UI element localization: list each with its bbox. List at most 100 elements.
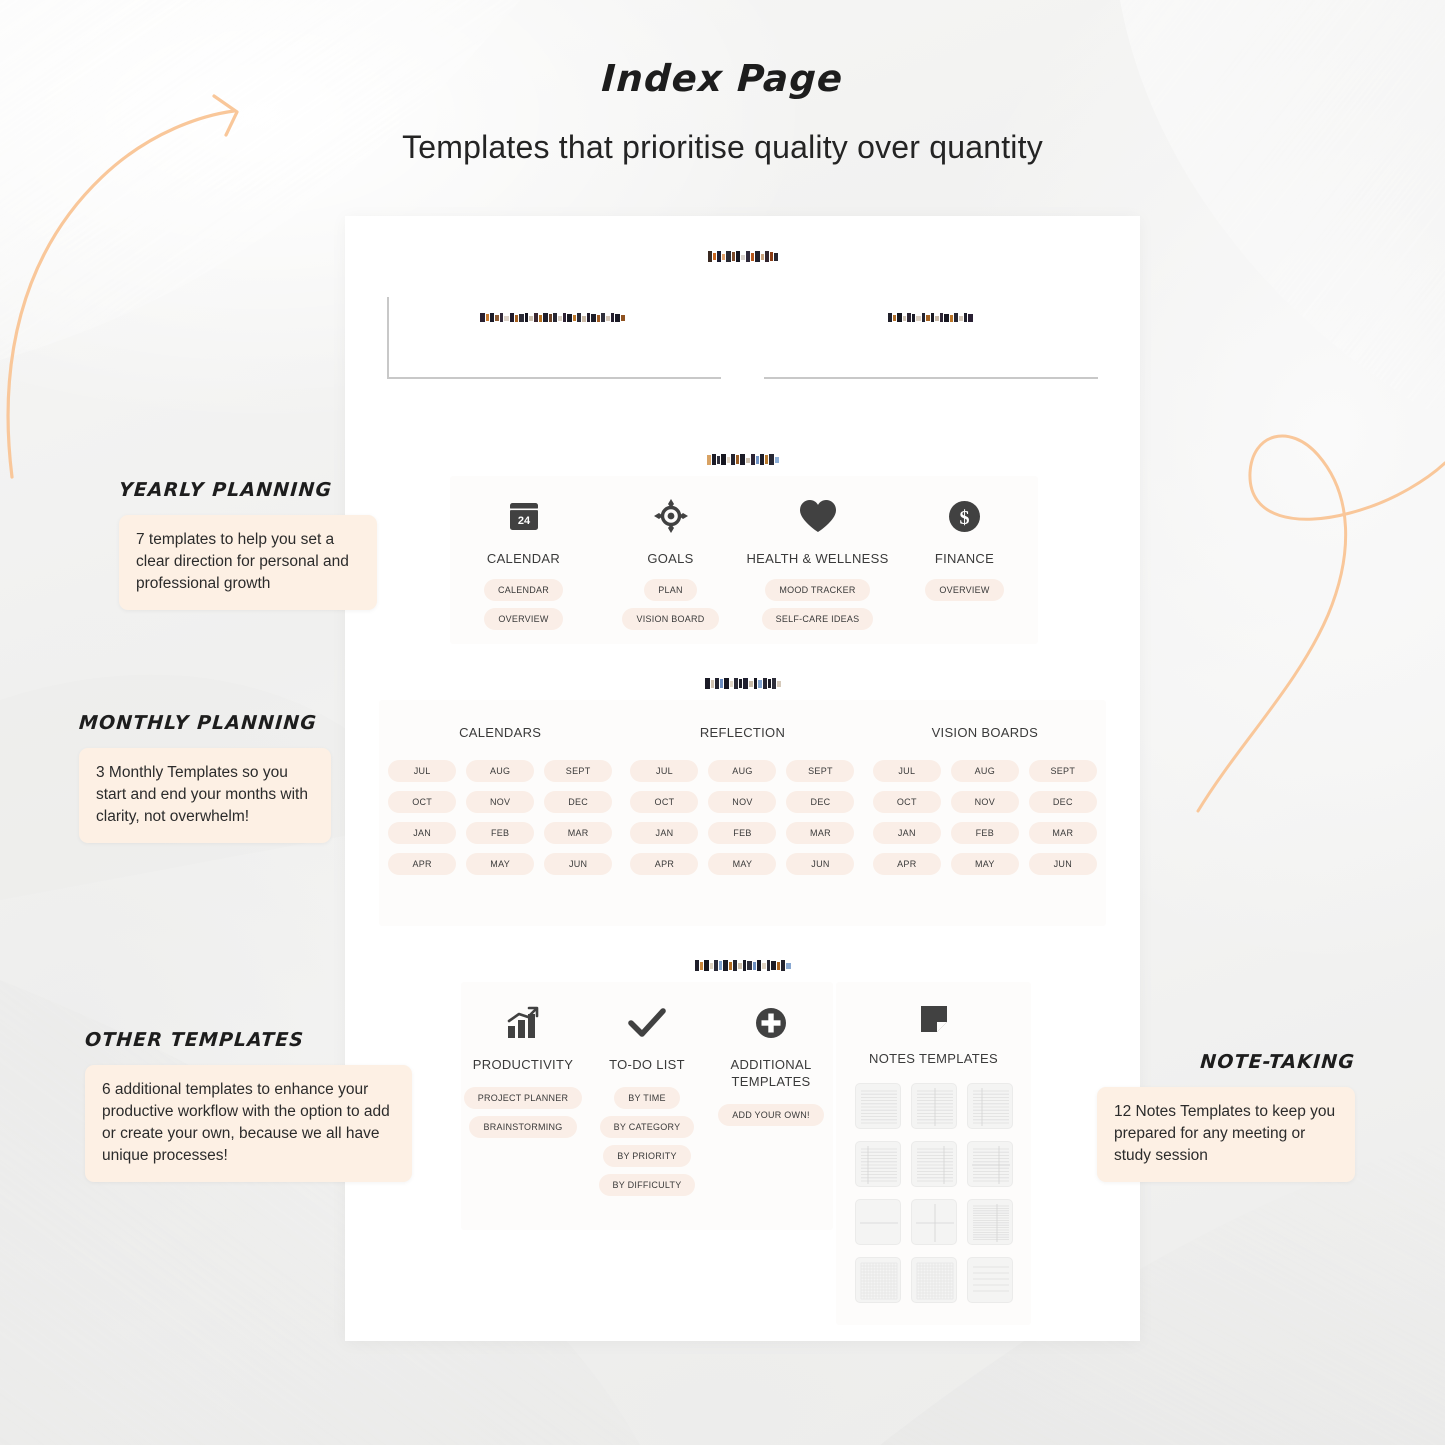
annotation-monthly-planning: MONTHLY PLANNING 3 Monthly Templates so … <box>78 712 331 843</box>
note-template-thumbnail[interactable] <box>854 1257 901 1303</box>
pill-vision-board[interactable]: VISION BOARD <box>622 608 719 630</box>
month-pill-nov[interactable]: NOV <box>466 791 535 813</box>
pill-finance-overview[interactable]: OVERVIEW <box>925 579 1004 601</box>
month-pill-aug[interactable]: AUG <box>466 760 535 782</box>
monthly-section: CALENDARS JUL AUG SEPT OCT NOV DEC JAN FEB MAR AP… <box>345 676 1140 926</box>
annotation-yearly-planning: YEARLY PLANNING 7 templates to help you … <box>118 479 377 610</box>
month-pill-mar[interactable]: MAR <box>786 822 855 844</box>
month-pill-jan[interactable]: JAN <box>630 822 699 844</box>
annotation-callout: 3 Monthly Templates so you start and end… <box>79 748 331 843</box>
note-template-thumbnail[interactable] <box>910 1083 957 1129</box>
note-template-thumbnail[interactable] <box>966 1141 1013 1187</box>
index-rule-left <box>387 297 721 379</box>
plus-icon <box>755 1004 787 1042</box>
target-icon <box>653 497 688 535</box>
month-pill-jun[interactable]: JUN <box>1028 853 1097 875</box>
note-template-thumbnail[interactable] <box>910 1199 957 1245</box>
month-pill-sept[interactable]: SEPT <box>1028 760 1097 782</box>
month-pill-mar[interactable]: MAR <box>544 822 613 844</box>
annotation-label: MONTHLY PLANNING <box>78 712 318 734</box>
templates-title: PRODUCTIVITY <box>472 1057 574 1072</box>
month-pill-feb[interactable]: FEB <box>466 822 535 844</box>
yearly-column-health: HEALTH & WELLNESS MOOD TRACKER SELF-CARE… <box>744 476 891 644</box>
note-template-thumbnail[interactable] <box>910 1257 957 1303</box>
heart-icon <box>799 497 837 535</box>
templates-title: ADDITIONAL TEMPLATES <box>730 1057 812 1089</box>
month-pill-jul[interactable]: JUL <box>388 760 457 782</box>
yearly-title: FINANCE <box>934 551 995 566</box>
svg-text:24: 24 <box>517 515 530 527</box>
yearly-title: HEALTH & WELLNESS <box>746 551 889 566</box>
note-template-thumbnail[interactable] <box>966 1199 1013 1245</box>
month-pill-jul[interactable]: JUL <box>630 760 699 782</box>
templates-section: PRODUCTIVITY PROJECT PLANNER BRAINSTORMI… <box>345 958 1140 1230</box>
month-pill-oct[interactable]: OCT <box>388 791 457 813</box>
annotation-other-templates: OTHER TEMPLATES 6 additional templates t… <box>84 1029 412 1182</box>
month-pill-nov[interactable]: NOV <box>708 791 777 813</box>
month-pill-may[interactable]: MAY <box>708 853 777 875</box>
note-template-thumbnail[interactable] <box>854 1141 901 1187</box>
pill-plan[interactable]: PLAN <box>644 579 697 601</box>
index-column-right <box>764 311 1100 441</box>
pill-overview[interactable]: OVERVIEW <box>484 608 563 630</box>
dollar-icon: $ <box>948 497 981 535</box>
note-template-thumbnail[interactable] <box>966 1083 1013 1129</box>
month-pill-aug[interactable]: AUG <box>950 760 1019 782</box>
month-pill-jul[interactable]: JUL <box>872 760 941 782</box>
index-column-right-label <box>764 311 1100 324</box>
annotation-callout: 12 Notes Templates to keep you prepared … <box>1097 1087 1355 1182</box>
monthly-title: CALENDARS <box>459 725 542 740</box>
page-subtitle: Templates that prioritise quality over q… <box>402 129 1043 165</box>
month-pill-dec[interactable]: DEC <box>544 791 613 813</box>
pill-by-difficulty[interactable]: BY DIFFICULTY <box>598 1173 696 1196</box>
month-pill-jun[interactable]: JUN <box>544 853 613 875</box>
month-pill-aug[interactable]: AUG <box>708 760 777 782</box>
month-pill-may[interactable]: MAY <box>466 853 535 875</box>
index-label-right-pixelated <box>888 313 973 322</box>
month-pill-oct[interactable]: OCT <box>872 791 941 813</box>
pill-calendar[interactable]: CALENDAR <box>483 579 563 601</box>
annotation-label: YEARLY PLANNING <box>118 479 333 501</box>
template-preview-sheet: 24 CALENDAR CALENDAR OVERVIEW GOALS PLAN… <box>345 216 1140 1341</box>
month-pill-dec[interactable]: DEC <box>1028 791 1097 813</box>
yearly-heading-pixelated <box>706 454 779 465</box>
monthly-heading-wrap <box>345 676 1140 691</box>
note-template-thumbnail[interactable] <box>854 1199 901 1245</box>
pill-add-your-own[interactable]: ADD YOUR OWN! <box>718 1103 824 1126</box>
note-template-thumbnail[interactable] <box>910 1141 957 1187</box>
month-pill-sept[interactable]: SEPT <box>786 760 855 782</box>
yearly-heading-wrap <box>345 452 1140 467</box>
month-pill-apr[interactable]: APR <box>630 853 699 875</box>
check-icon <box>628 1004 666 1042</box>
pill-by-category[interactable]: BY CATEGORY <box>599 1115 695 1138</box>
index-heading-wrap <box>345 249 1140 264</box>
pill-project-planner[interactable]: PROJECT PLANNER <box>463 1086 583 1109</box>
pill-by-time[interactable]: BY TIME <box>614 1086 680 1109</box>
month-pill-oct[interactable]: OCT <box>630 791 699 813</box>
month-pill-jan[interactable]: JAN <box>388 822 457 844</box>
month-pill-nov[interactable]: NOV <box>950 791 1019 813</box>
month-pill-may[interactable]: MAY <box>950 853 1019 875</box>
note-template-thumbnail[interactable] <box>966 1257 1013 1303</box>
yearly-pill-group: OVERVIEW <box>925 579 1004 601</box>
month-pill-feb[interactable]: FEB <box>708 822 777 844</box>
templates-column-additional: ADDITIONAL TEMPLATES ADD YOUR OWN! <box>709 982 833 1230</box>
yearly-title: GOALS <box>647 551 694 566</box>
templates-heading-pixelated <box>694 960 791 971</box>
note-template-thumbnail[interactable] <box>854 1083 901 1129</box>
month-pill-jan[interactable]: JAN <box>872 822 941 844</box>
month-pill-jun[interactable]: JUN <box>786 853 855 875</box>
templates-heading-wrap <box>345 958 1140 973</box>
monthly-column-calendars: CALENDARS JUL AUG SEPT OCT NOV DEC JAN FEB MAR AP… <box>379 700 621 926</box>
index-heading-pixelated <box>707 251 778 262</box>
month-pill-apr[interactable]: APR <box>872 853 941 875</box>
month-pill-dec[interactable]: DEC <box>786 791 855 813</box>
month-pill-mar[interactable]: MAR <box>1028 822 1097 844</box>
pill-brainstorming[interactable]: BRAINSTORMING <box>469 1115 577 1138</box>
pill-by-priority[interactable]: BY PRIORITY <box>603 1144 691 1167</box>
month-pill-sept[interactable]: SEPT <box>544 760 613 782</box>
pill-self-care-ideas[interactable]: SELF-CARE IDEAS <box>761 608 874 630</box>
pill-mood-tracker[interactable]: MOOD TRACKER <box>765 579 870 601</box>
month-pill-feb[interactable]: FEB <box>950 822 1019 844</box>
month-pill-apr[interactable]: APR <box>388 853 457 875</box>
